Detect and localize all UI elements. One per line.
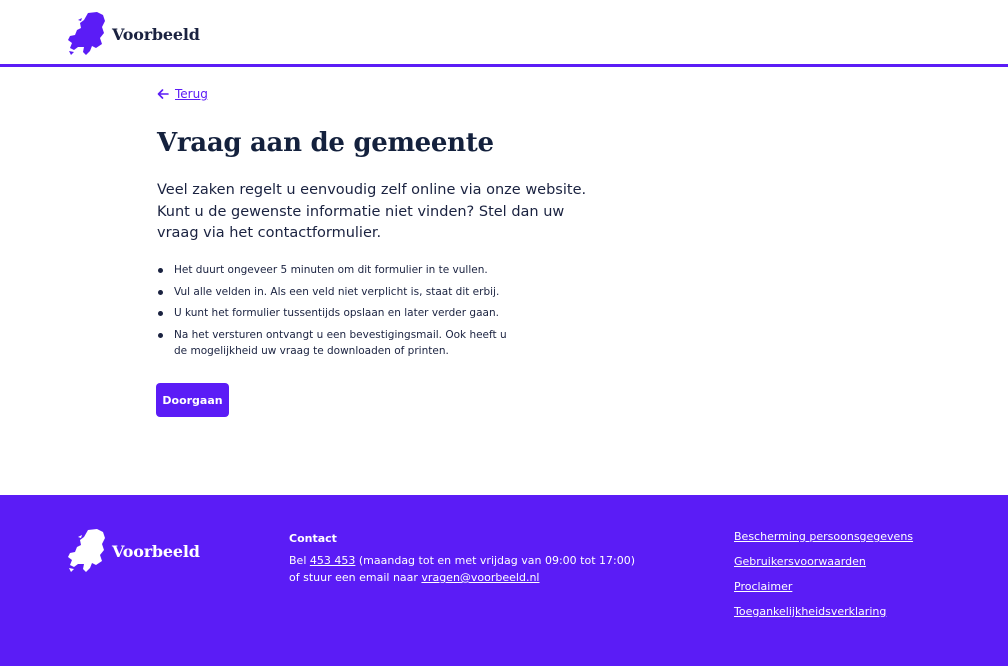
logo-text: Voorbeeld	[112, 24, 200, 44]
list-item: Na het versturen ontvangt u een bevestig…	[157, 327, 517, 360]
netherlands-map-icon	[68, 12, 105, 55]
list-item: Vul alle velden in. Als een veld niet ve…	[157, 284, 517, 301]
contact-block: Contact Bel 453 453 (maandag tot en met …	[289, 530, 635, 586]
continue-button[interactable]: Doorgaan	[156, 383, 229, 417]
email-link[interactable]: vragen@voorbeeld.nl	[421, 571, 539, 584]
footer-logo-text: Voorbeeld	[112, 541, 200, 561]
netherlands-map-icon	[68, 529, 105, 572]
site-header: Voorbeeld	[0, 0, 1008, 64]
contact-phone-line: Bel 453 453 (maandag tot en met vrijdag …	[289, 552, 635, 569]
phone-prefix: Bel	[289, 554, 310, 567]
info-list: Het duurt ongeveer 5 minuten om dit form…	[157, 262, 517, 365]
back-link-label: Terug	[175, 87, 208, 101]
footer-link-proclaimer[interactable]: Proclaimer	[734, 580, 792, 593]
back-link[interactable]: Terug	[157, 87, 208, 101]
list-item: Het duurt ongeveer 5 minuten om dit form…	[157, 262, 517, 279]
page-title: Vraag aan de gemeente	[157, 128, 494, 158]
site-footer: Voorbeeld Contact Bel 453 453 (maandag t…	[0, 495, 1008, 666]
footer-logo[interactable]: Voorbeeld	[66, 529, 200, 573]
header-divider	[0, 64, 1008, 67]
footer-link-accessibility[interactable]: Toegankelijkheidsverklaring	[734, 605, 886, 618]
list-item: U kunt het formulier tussentijds opslaan…	[157, 305, 517, 322]
phone-hours: (maandag tot en met vrijdag van 09:00 to…	[355, 554, 636, 567]
contact-heading: Contact	[289, 532, 337, 545]
email-prefix: of stuur een email naar	[289, 571, 422, 584]
contact-email-line: of stuur een email naar vragen@voorbeeld…	[289, 569, 635, 586]
site-logo[interactable]: Voorbeeld	[66, 12, 200, 56]
footer-link-terms[interactable]: Gebruikersvoorwaarden	[734, 555, 866, 568]
arrow-left-icon	[157, 89, 169, 99]
footer-link-privacy[interactable]: Bescherming persoonsgegevens	[734, 530, 913, 543]
phone-link[interactable]: 453 453	[310, 554, 356, 567]
intro-text: Veel zaken regelt u eenvoudig zelf onlin…	[157, 182, 587, 241]
footer-links: Bescherming persoonsgegevens Gebruikersv…	[734, 530, 913, 630]
